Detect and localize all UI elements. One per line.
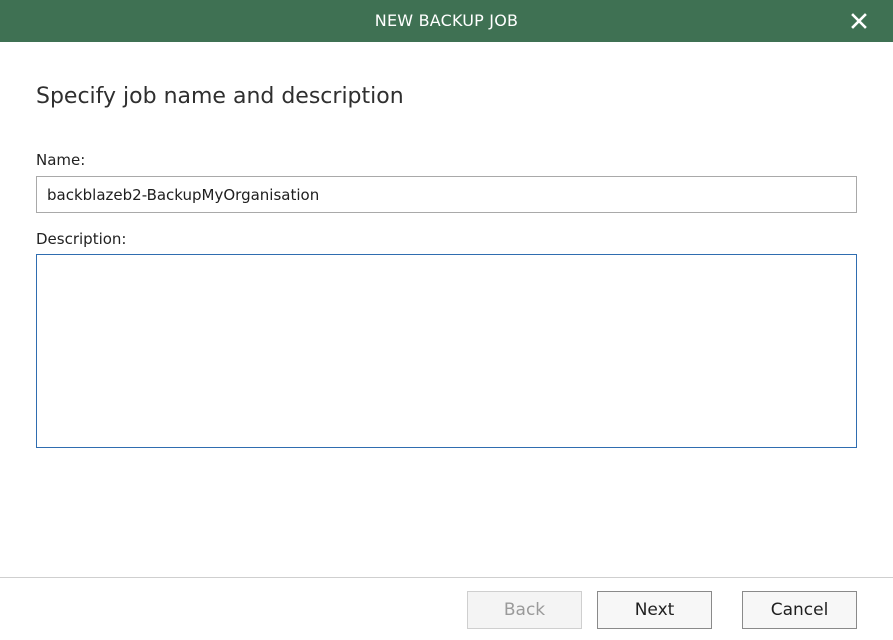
step-heading: Specify job name and description: [36, 84, 404, 109]
description-input[interactable]: [36, 254, 857, 448]
close-button[interactable]: [847, 9, 871, 33]
footer-divider: [0, 577, 893, 578]
titlebar: NEW BACKUP JOB: [0, 0, 893, 42]
back-button[interactable]: Back: [467, 591, 582, 629]
new-backup-job-dialog: NEW BACKUP JOB Specify job name and desc…: [0, 0, 893, 640]
next-button[interactable]: Next: [597, 591, 712, 629]
cancel-button[interactable]: Cancel: [742, 591, 857, 629]
dialog-title: NEW BACKUP JOB: [374, 11, 519, 30]
name-label: Name:: [36, 151, 86, 169]
description-label: Description:: [36, 230, 127, 248]
name-input[interactable]: [36, 176, 857, 213]
close-icon: [851, 13, 867, 29]
